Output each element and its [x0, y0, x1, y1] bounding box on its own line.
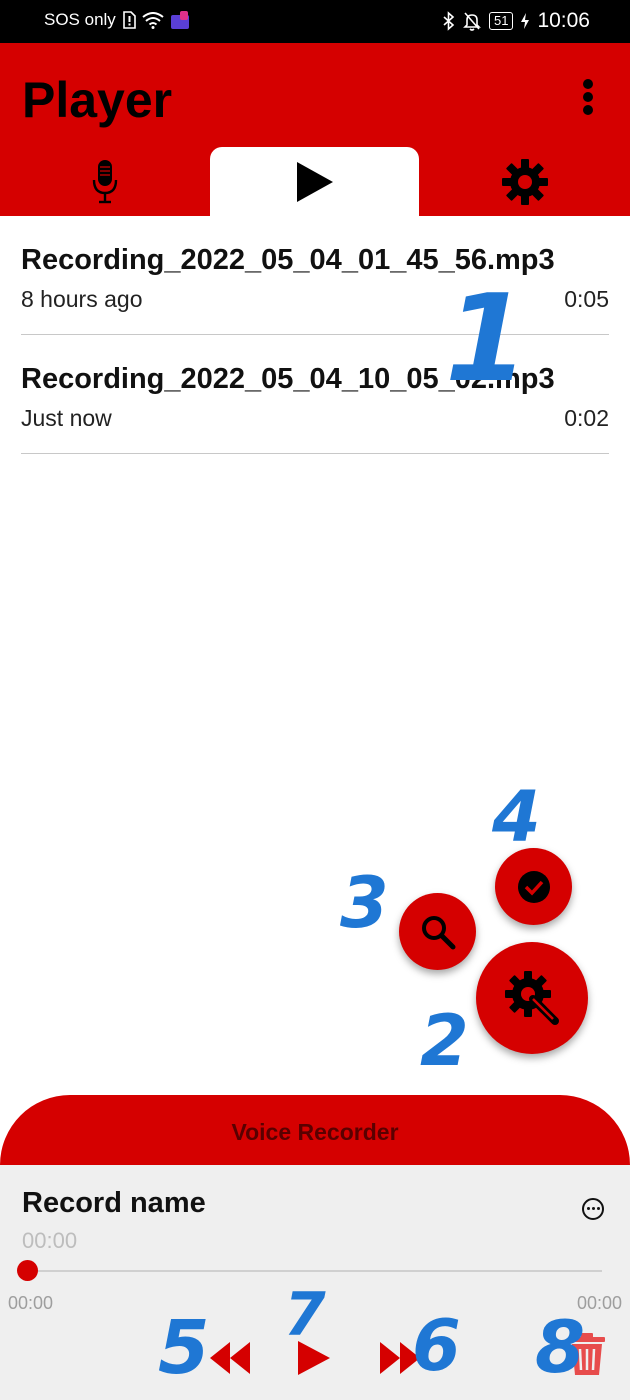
microphone-icon [92, 159, 118, 203]
annotation-1: 1 [445, 270, 529, 409]
recording-duration: 0:02 [564, 405, 609, 431]
overflow-menu-button[interactable] [572, 73, 604, 117]
wrench-gear-icon [505, 971, 559, 1025]
status-bar: SOS only 51 10:06 [0, 0, 630, 43]
dot-icon [587, 1207, 590, 1210]
app-notification-icon [170, 11, 189, 29]
recording-duration: 0:05 [564, 286, 609, 312]
annotation-6: 6 [412, 1305, 461, 1387]
annotation-3: 3 [340, 862, 389, 944]
voice-recorder-header[interactable]: Voice Recorder [0, 1095, 630, 1170]
rewind-icon [210, 1342, 250, 1374]
status-right: 51 10:06 [443, 9, 590, 33]
recording-time: 8 hours ago [21, 286, 143, 312]
recording-time: Just now [21, 405, 112, 431]
seek-thumb[interactable] [17, 1260, 38, 1281]
annotation-8: 8 [535, 1305, 586, 1389]
carrier-label: SOS only [44, 10, 116, 29]
dot-icon [597, 1207, 600, 1210]
tab-settings[interactable] [420, 147, 630, 216]
wifi-icon [142, 11, 164, 29]
search-button[interactable] [399, 893, 476, 970]
start-time: 00:00 [8, 1293, 54, 1313]
annotation-4: 4 [492, 776, 541, 858]
battery-icon: 51 [488, 12, 514, 30]
app-bar: Player [0, 43, 630, 216]
search-icon [421, 915, 455, 949]
play-icon [296, 161, 333, 202]
annotation-7: 7 [284, 1280, 326, 1350]
dot-icon [583, 105, 593, 115]
rewind-button[interactable] [208, 1340, 252, 1376]
record-name: Record name [22, 1187, 206, 1219]
dot-icon [583, 79, 593, 89]
elapsed-time: 00:00 [22, 1228, 78, 1253]
charging-icon [521, 13, 530, 29]
select-button[interactable] [495, 848, 572, 925]
bell-off-icon [463, 12, 481, 31]
tab-record[interactable] [0, 147, 210, 216]
seek-bar[interactable] [27, 1270, 602, 1272]
dot-icon [592, 1207, 595, 1210]
clock: 10:06 [537, 9, 590, 32]
annotation-2: 2 [420, 1000, 469, 1082]
status-left: SOS only [44, 10, 190, 30]
sim-alert-icon [123, 11, 136, 29]
tab-player[interactable] [210, 147, 419, 216]
tools-menu-button[interactable] [476, 942, 588, 1054]
page-title: Player [22, 72, 173, 128]
more-options-button[interactable] [582, 1198, 604, 1220]
check-circle-icon [517, 870, 550, 903]
annotation-5: 5 [158, 1305, 210, 1391]
gear-icon [502, 158, 548, 205]
bluetooth-icon [443, 11, 455, 31]
voice-recorder-title: Voice Recorder [231, 1119, 399, 1145]
dot-icon [583, 92, 593, 102]
